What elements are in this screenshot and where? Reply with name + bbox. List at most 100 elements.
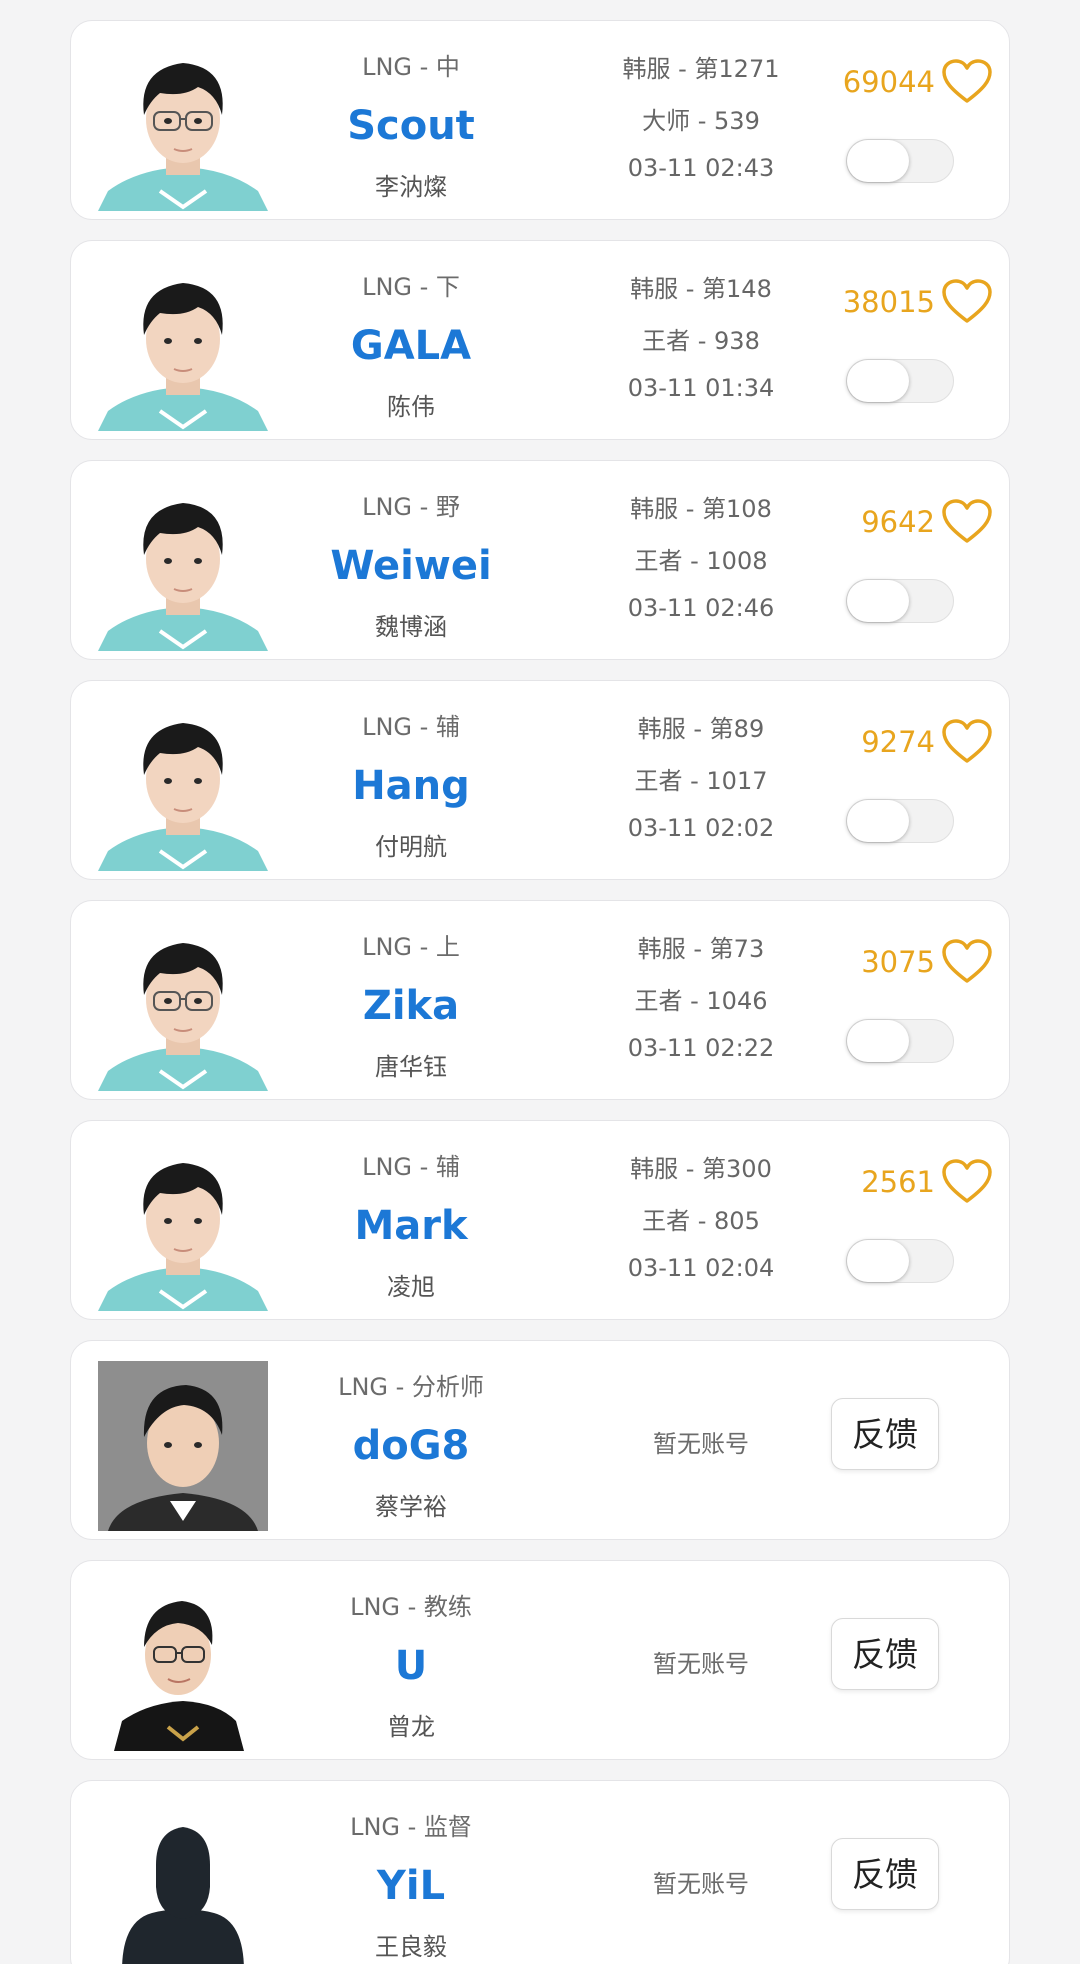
player-role: LNG - 中	[362, 53, 460, 81]
player-role: LNG - 下	[362, 273, 460, 301]
player-card[interactable]: LNG - 上 Zika 唐华钰 韩服 - 第73 王者 - 1046 03-1…	[70, 900, 1010, 1100]
player-real-name: 付明航	[375, 833, 447, 861]
server-rank: 韩服 - 第300	[630, 1155, 772, 1183]
player-photo-icon	[98, 723, 268, 871]
staff-role: LNG - 监督	[350, 1813, 472, 1841]
player-nickname[interactable]: Mark	[281, 1203, 541, 1249]
like-button[interactable]: 3075	[861, 939, 993, 985]
heart-icon[interactable]	[941, 499, 993, 545]
heart-icon[interactable]	[941, 279, 993, 325]
player-card[interactable]: LNG - 下 GALA 陈伟 韩服 - 第148 王者 - 938 03-11…	[70, 240, 1010, 440]
player-avatar[interactable]	[98, 261, 268, 431]
player-photo-icon	[98, 1163, 268, 1311]
staff-avatar[interactable]	[98, 1801, 268, 1964]
feedback-button[interactable]: 反馈	[831, 1838, 939, 1910]
player-photo-icon	[98, 503, 268, 651]
follow-toggle[interactable]	[846, 579, 954, 623]
server-rank: 韩服 - 第1271	[622, 55, 780, 83]
player-real-name: 唐华钰	[375, 1053, 447, 1081]
toggle-knob	[847, 580, 909, 622]
player-avatar[interactable]	[98, 481, 268, 651]
last-played-time: 03-11 02:22	[627, 1034, 775, 1062]
staff-real-name: 曾龙	[387, 1713, 435, 1741]
staff-avatar[interactable]	[98, 1581, 268, 1751]
staff-card[interactable]: LNG - 分析师 doG8 蔡学裕 暂无账号 反馈	[70, 1340, 1010, 1540]
player-card[interactable]: LNG - 野 Weiwei 魏博涵 韩服 - 第108 王者 - 1008 0…	[70, 460, 1010, 660]
player-real-name: 陈伟	[387, 393, 435, 421]
player-photo-icon	[98, 63, 268, 211]
toggle-knob	[847, 360, 909, 402]
server-rank: 韩服 - 第108	[630, 495, 772, 523]
player-card[interactable]: LNG - 中 Scout 李汭燦 韩服 - 第1271 大师 - 539 03…	[70, 20, 1010, 220]
player-real-name: 李汭燦	[375, 173, 447, 201]
follow-toggle[interactable]	[846, 1019, 954, 1063]
like-count: 69044	[842, 65, 935, 99]
tier-points: 大师 - 539	[642, 107, 760, 135]
player-nickname[interactable]: Zika	[281, 983, 541, 1029]
player-nickname[interactable]: GALA	[281, 323, 541, 369]
follow-toggle[interactable]	[846, 1239, 954, 1283]
player-card[interactable]: LNG - 辅 Hang 付明航 韩服 - 第89 王者 - 1017 03-1…	[70, 680, 1010, 880]
player-avatar[interactable]	[98, 1141, 268, 1311]
player-avatar[interactable]	[98, 41, 268, 211]
player-photo-icon	[98, 283, 268, 431]
feedback-button[interactable]: 反馈	[831, 1618, 939, 1690]
player-role: LNG - 辅	[362, 1153, 460, 1181]
like-count: 9274	[861, 725, 935, 759]
like-count: 3075	[861, 945, 935, 979]
staff-role: LNG - 分析师	[338, 1373, 484, 1401]
staff-nickname[interactable]: doG8	[281, 1423, 541, 1469]
player-nickname[interactable]: Hang	[281, 763, 541, 809]
toggle-knob	[847, 140, 909, 182]
server-rank: 韩服 - 第89	[637, 715, 765, 743]
staff-photo-icon	[114, 1601, 244, 1751]
like-button[interactable]: 69044	[843, 59, 993, 105]
player-card[interactable]: LNG - 辅 Mark 凌旭 韩服 - 第300 王者 - 805 03-11…	[70, 1120, 1010, 1320]
like-button[interactable]: 2561	[861, 1159, 993, 1205]
like-button[interactable]: 9274	[861, 719, 993, 765]
player-avatar[interactable]	[98, 921, 268, 1091]
toggle-knob	[847, 1240, 909, 1282]
like-count: 9642	[861, 505, 935, 539]
follow-toggle[interactable]	[846, 799, 954, 843]
like-button[interactable]: 38015	[843, 279, 993, 325]
staff-card[interactable]: LNG - 监督 YiL 王良毅 暂无账号 反馈	[70, 1780, 1010, 1964]
tier-points: 王者 - 1046	[634, 987, 768, 1015]
staff-nickname[interactable]: YiL	[281, 1863, 541, 1909]
follow-toggle[interactable]	[846, 359, 954, 403]
last-played-time: 03-11 02:04	[627, 1254, 775, 1282]
heart-icon[interactable]	[941, 939, 993, 985]
account-status: 暂无账号	[653, 1430, 749, 1458]
account-status: 暂无账号	[653, 1650, 749, 1678]
player-real-name: 魏博涵	[375, 613, 447, 641]
follow-toggle[interactable]	[846, 139, 954, 183]
staff-real-name: 蔡学裕	[375, 1493, 447, 1521]
heart-icon[interactable]	[941, 719, 993, 765]
staff-role: LNG - 教练	[350, 1593, 472, 1621]
player-avatar[interactable]	[98, 701, 268, 871]
player-nickname[interactable]: Scout	[281, 103, 541, 149]
tier-points: 王者 - 938	[642, 327, 760, 355]
feedback-button[interactable]: 反馈	[831, 1398, 939, 1470]
player-role: LNG - 野	[362, 493, 460, 521]
toggle-knob	[847, 800, 909, 842]
server-rank: 韩服 - 第73	[637, 935, 765, 963]
player-photo-icon	[98, 943, 268, 1091]
heart-icon[interactable]	[941, 59, 993, 105]
player-nickname[interactable]: Weiwei	[281, 543, 541, 589]
tier-points: 王者 - 805	[642, 1207, 760, 1235]
heart-icon[interactable]	[941, 1159, 993, 1205]
last-played-time: 03-11 01:34	[627, 374, 775, 402]
last-played-time: 03-11 02:43	[627, 154, 775, 182]
staff-card[interactable]: LNG - 教练 U 曾龙 暂无账号 反馈	[70, 1560, 1010, 1760]
staff-nickname[interactable]: U	[281, 1643, 541, 1689]
staff-photo-icon	[98, 1361, 268, 1531]
last-played-time: 03-11 02:02	[627, 814, 775, 842]
like-button[interactable]: 9642	[861, 499, 993, 545]
staff-avatar[interactable]	[98, 1361, 268, 1531]
like-count: 38015	[842, 285, 935, 319]
staff-real-name: 王良毅	[375, 1933, 447, 1961]
tier-points: 王者 - 1017	[634, 767, 768, 795]
default-avatar-icon	[122, 1818, 244, 1964]
player-real-name: 凌旭	[387, 1273, 435, 1301]
